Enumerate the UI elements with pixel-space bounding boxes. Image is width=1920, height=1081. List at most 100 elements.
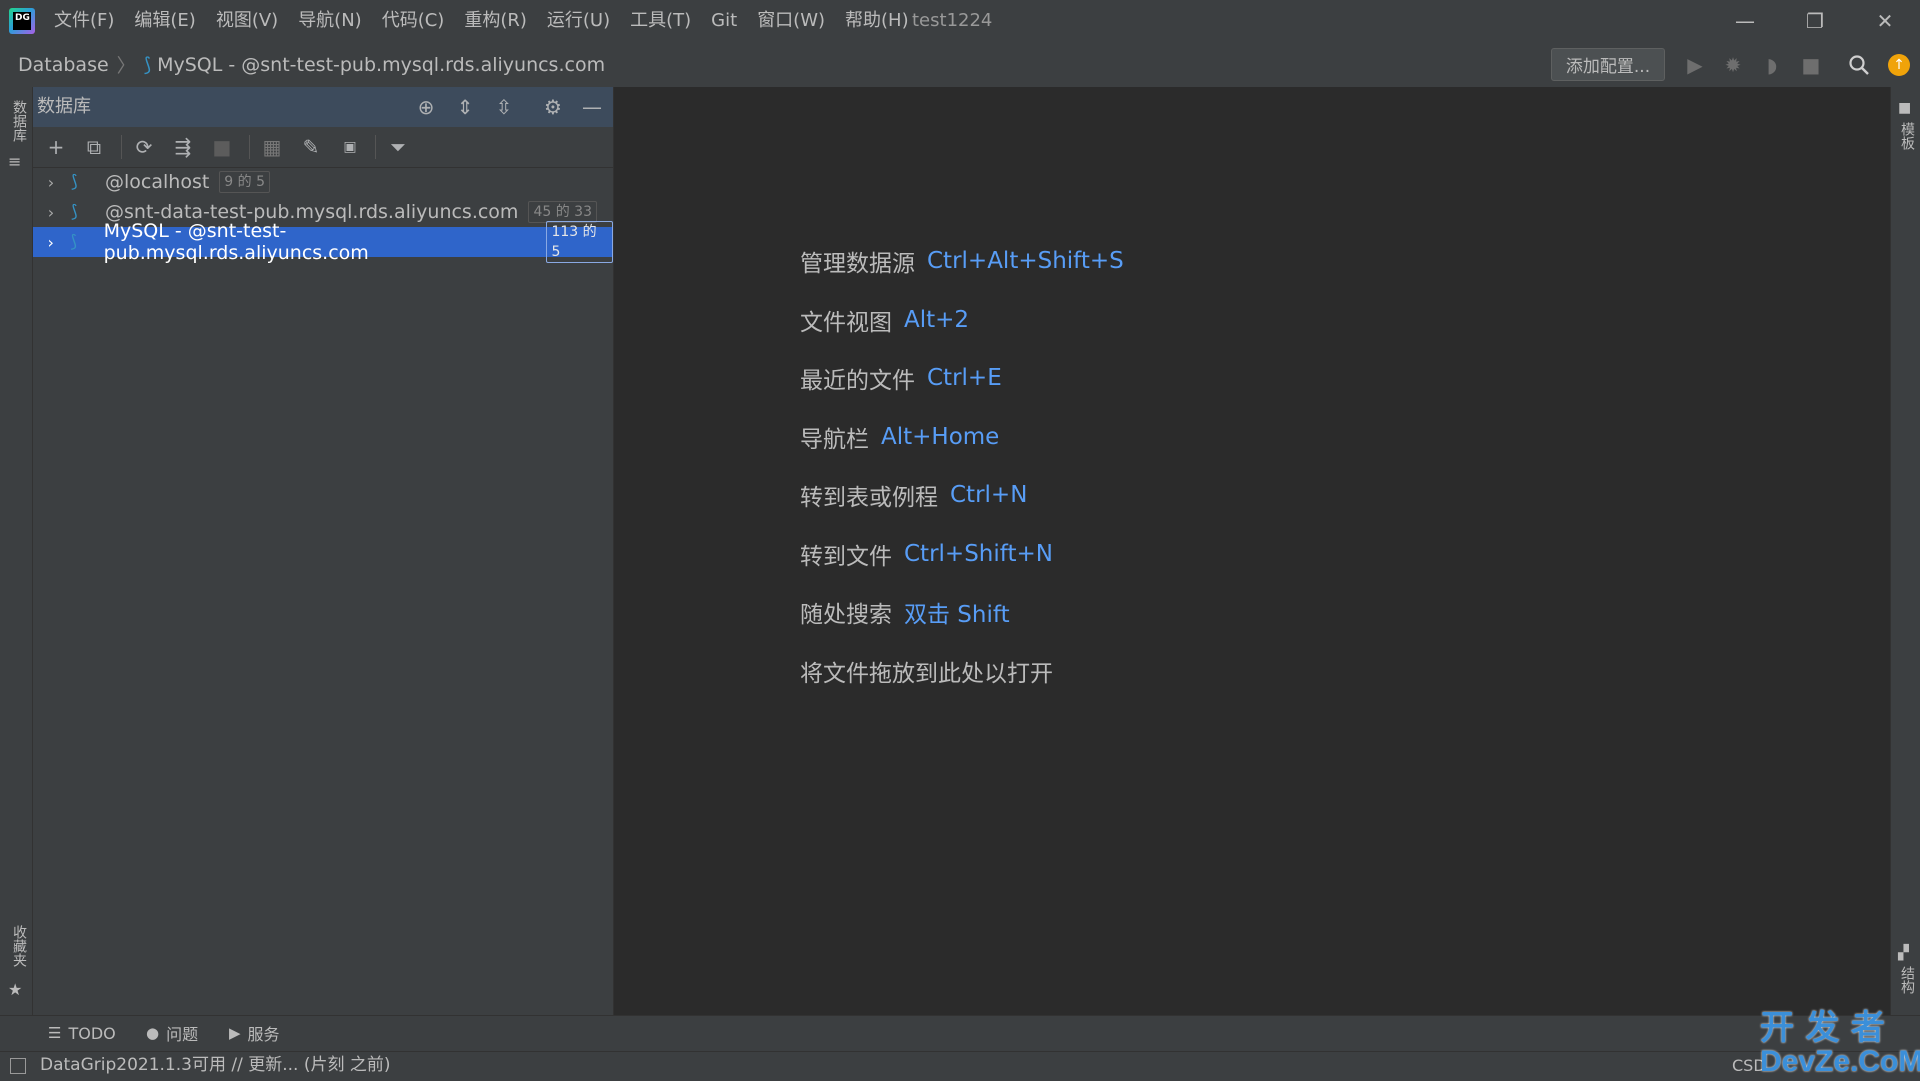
tab-label: 问题: [166, 1025, 199, 1044]
expand-all-icon[interactable]: ⇕: [450, 92, 480, 122]
stop-icon[interactable]: ■: [1796, 50, 1826, 80]
filter-icon[interactable]: ⏷: [383, 132, 413, 162]
menu-git[interactable]: Git: [701, 0, 747, 42]
add-configuration-button[interactable]: 添加配置...: [1551, 48, 1665, 81]
menu-file[interactable]: 文件(F): [44, 0, 124, 42]
close-button[interactable]: ✕: [1850, 0, 1920, 42]
search-icon[interactable]: [1844, 50, 1874, 80]
hint-manage-datasources: 管理数据源 Ctrl+Alt+Shift+S: [800, 244, 1124, 278]
restore-button[interactable]: ❐: [1780, 0, 1850, 42]
structure-icon: ▞: [1898, 945, 1909, 961]
hint-label: 将文件拖放到此处以打开: [800, 661, 1053, 687]
hint-search-everywhere: 随处搜索 双击 Shift: [800, 595, 1010, 629]
database-panel-title: 数据库: [37, 96, 91, 117]
hint-shortcut: 双击 Shift: [904, 602, 1010, 628]
hint-shortcut: Alt+Home: [881, 424, 1000, 450]
toggle-tool-windows-icon[interactable]: [10, 1058, 26, 1074]
tab-services[interactable]: ▶ 服务: [229, 1015, 280, 1051]
favorites-tool-tab[interactable]: 收藏夹: [9, 925, 29, 967]
datagrip-logo-icon: DG: [9, 8, 35, 34]
hint-file-view: 文件视图 Alt+2: [800, 303, 969, 337]
mysql-datasource-icon: ⟆: [70, 232, 77, 252]
hint-shortcut: Ctrl+E: [927, 365, 1002, 391]
database-panel: 数据库 ⊕ ⇕ ⇳ ⚙ — + ⧉ ⟳ ⇶ ■ ▦ ✎ ▣ ⏷ › ⟆ @loc…: [33, 87, 614, 1015]
update-icon[interactable]: ↑: [1888, 54, 1910, 76]
watermark-line2: DevZe.CoM: [1760, 1045, 1920, 1078]
breadcrumb-database[interactable]: Database: [18, 54, 109, 76]
menu-navigate[interactable]: 导航(N): [288, 0, 372, 42]
menu-bar: 文件(F) 编辑(E) 视图(V) 导航(N) 代码(C) 重构(R) 运行(U…: [44, 0, 919, 42]
right-tool-stripe: [1890, 87, 1920, 1015]
chevron-right-icon[interactable]: ›: [41, 203, 61, 222]
menu-edit[interactable]: 编辑(E): [124, 0, 205, 42]
warning-icon: ●: [146, 1024, 160, 1042]
hint-label: 随处搜索: [800, 602, 892, 628]
tool-window-tabs: [0, 1015, 1920, 1052]
hint-label: 导航栏: [800, 427, 869, 453]
hint-recent-files: 最近的文件 Ctrl+E: [800, 361, 1002, 395]
template-tool-tab[interactable]: 模板: [1897, 122, 1917, 150]
duplicate-icon[interactable]: ⧉: [79, 132, 109, 162]
status-message[interactable]: DataGrip2021.1.3可用 // 更新... (片刻 之前): [40, 1051, 391, 1080]
menu-run[interactable]: 运行(U): [537, 0, 620, 42]
minimize-button[interactable]: —: [1710, 0, 1780, 42]
run-icon[interactable]: ▶: [1680, 50, 1710, 80]
breadcrumb: Database 〉 ⟆ MySQL - @snt-test-pub.mysql…: [18, 42, 605, 87]
collapse-all-icon[interactable]: ⇳: [489, 92, 519, 122]
project-title: test1224: [912, 10, 993, 31]
hint-drop-files: 将文件拖放到此处以打开: [800, 654, 1053, 688]
menu-window[interactable]: 窗口(W): [747, 0, 835, 42]
add-icon[interactable]: +: [41, 132, 71, 162]
hint-label: 转到表或例程: [800, 485, 938, 511]
hint-navigation-bar: 导航栏 Alt+Home: [800, 420, 999, 454]
hint-label: 文件视图: [800, 310, 892, 336]
tab-label: 服务: [247, 1025, 280, 1044]
coverage-icon[interactable]: ◗: [1757, 50, 1787, 80]
database-stack-icon: ≡: [8, 152, 22, 171]
table-icon[interactable]: ▦: [257, 132, 287, 162]
locate-icon[interactable]: ⊕: [411, 92, 441, 122]
toolbar-divider: [375, 135, 376, 159]
mysql-datasource-icon: ⟆: [71, 172, 78, 192]
watermark-line1: 开 发 者: [1760, 1009, 1886, 1047]
tree-row-localhost[interactable]: › ⟆ @localhost 9 的 5: [33, 167, 613, 197]
menu-code[interactable]: 代码(C): [372, 0, 455, 42]
schema-count-badge: 45 的 33: [528, 201, 597, 223]
structure-tool-tab[interactable]: 结构: [1897, 966, 1917, 994]
breadcrumb-datasource[interactable]: MySQL - @snt-test-pub.mysql.rds.aliyuncs…: [157, 54, 605, 76]
logo-text: DG: [15, 13, 30, 23]
refresh-icon[interactable]: ⟳: [129, 132, 159, 162]
menu-tools[interactable]: 工具(T): [620, 0, 701, 42]
tree-row-mysql-snt-test[interactable]: › ⟆ MySQL - @snt-test-pub.mysql.rds.aliy…: [33, 220, 614, 264]
star-icon: ★: [8, 980, 23, 999]
hint-shortcut: Ctrl+N: [950, 482, 1028, 508]
folder-icon: ■: [1898, 100, 1912, 116]
left-tool-stripe: [0, 87, 33, 1015]
schema-count-badge: 9 的 5: [219, 171, 271, 193]
chevron-right-icon[interactable]: ›: [41, 173, 61, 192]
menu-help[interactable]: 帮助(H): [835, 0, 919, 42]
tab-label: TODO: [68, 1023, 116, 1043]
hint-shortcut: Ctrl+Shift+N: [904, 541, 1053, 567]
stop-icon[interactable]: ■: [207, 132, 237, 162]
list-icon: ☰: [48, 1024, 62, 1042]
tab-problems[interactable]: ● 问题: [146, 1015, 198, 1051]
toolbar-divider: [121, 135, 122, 159]
database-tool-tab[interactable]: 数据库: [9, 100, 29, 142]
mysql-datasource-icon: ⟆: [71, 202, 78, 222]
database-panel-header: [33, 87, 613, 127]
edit-icon[interactable]: ✎: [296, 132, 326, 162]
gear-icon[interactable]: ⚙: [538, 92, 568, 122]
hint-goto-file: 转到文件 Ctrl+Shift+N: [800, 537, 1053, 571]
menu-refactor[interactable]: 重构(R): [454, 0, 537, 42]
sync-schema-icon[interactable]: ⇶: [168, 132, 198, 162]
hint-label: 最近的文件: [800, 368, 915, 394]
hint-label: 管理数据源: [800, 251, 915, 277]
debug-icon[interactable]: ✹: [1718, 50, 1748, 80]
tab-todo[interactable]: ☰ TODO: [48, 1015, 116, 1051]
hide-panel-icon[interactable]: —: [577, 92, 607, 122]
menu-view[interactable]: 视图(V): [206, 0, 288, 42]
console-icon[interactable]: ▣: [335, 132, 365, 162]
breadcrumb-separator-icon: 〉: [116, 55, 136, 77]
chevron-right-icon[interactable]: ›: [41, 233, 60, 252]
